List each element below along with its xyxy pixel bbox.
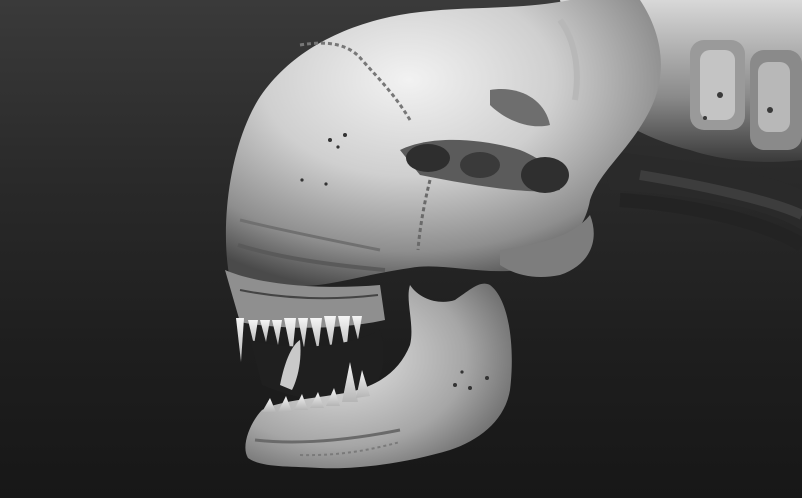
cranium bbox=[225, 0, 661, 287]
skull-render bbox=[225, 0, 802, 469]
background-hoses bbox=[600, 150, 802, 252]
render-viewport bbox=[0, 0, 802, 498]
